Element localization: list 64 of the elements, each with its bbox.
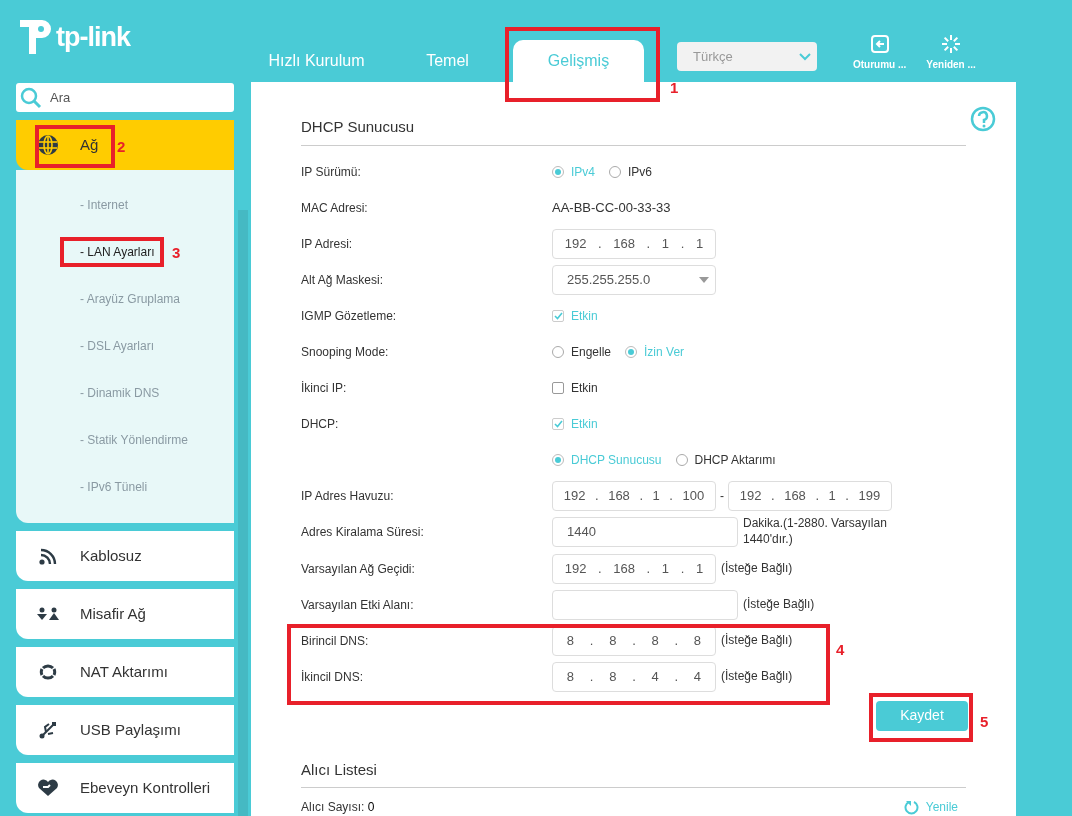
heart-icon: [37, 779, 59, 797]
cycle-icon: [39, 663, 57, 681]
dropdown-arrow-icon: [699, 276, 709, 283]
spinner-icon[interactable]: [941, 34, 962, 54]
field-label: Snooping Mode:: [301, 344, 389, 359]
annotation-number: 2: [117, 139, 126, 154]
sidebar-item[interactable]: Ebeveyn Kontrolleri: [16, 763, 234, 813]
hint-text: (İsteğe Bağlı): [721, 560, 793, 577]
field-label: IP Sürümü:: [301, 164, 361, 179]
hint-text: (İsteğe Bağlı): [721, 668, 793, 685]
sidebar-item[interactable]: USB Paylaşımı: [16, 705, 234, 755]
hint-text: Dakika.(1-2880. Varsayılan 1440'dır.): [743, 516, 888, 548]
ip-address-field[interactable]: 192 . 168 . 1 . 1: [552, 228, 716, 259]
hint-text: (İsteğe Bağlı): [743, 596, 815, 613]
check-icon: [553, 419, 563, 428]
sidebar-item[interactable]: Kablosuz: [16, 531, 234, 581]
field-label: IGMP Gözetleme:: [301, 308, 397, 323]
radio-option[interactable]: DHCP Aktarımı: [675, 450, 776, 469]
range-separator: -: [720, 487, 724, 505]
ip-address-field[interactable]: 192 . 168 . 1 . 199: [728, 480, 892, 511]
field-label: İkincil DNS:: [301, 669, 363, 684]
globe-icon: [37, 134, 59, 156]
ip-address-field[interactable]: 8 . 8 . 4 . 4: [552, 661, 716, 692]
field-label: Alt Ağ Maskesi:: [301, 272, 384, 287]
field-label: DHCP:: [301, 416, 339, 431]
section-title: Alıcı Listesi: [301, 752, 966, 788]
field-label: Varsayılan Ağ Geçidi:: [301, 561, 415, 576]
radio-option[interactable]: IPv6: [609, 162, 653, 181]
section-title: DHCP Sunucusu: [301, 110, 966, 146]
help-icon[interactable]: [970, 106, 996, 132]
select-field[interactable]: 255.255.255.0: [552, 264, 716, 295]
search-icon: [20, 86, 42, 109]
search-field[interactable]: Ara: [16, 83, 234, 112]
refresh-icon: [903, 799, 920, 815]
field-label: IP Adresi:: [301, 236, 353, 251]
ip-address-field[interactable]: 192 . 168 . 1 . 1: [552, 553, 716, 584]
field-label: Varsayılan Etki Alanı:: [301, 597, 414, 612]
sidebar-item[interactable]: Misafir Ağ: [16, 589, 234, 639]
field-value: AA-BB-CC-00-33-33: [552, 198, 671, 217]
check-icon: [553, 311, 563, 320]
text-field[interactable]: 1440: [552, 517, 738, 547]
ip-address-field[interactable]: 192 . 168 . 1 . 100: [552, 480, 716, 511]
logo-text: tp-link: [56, 24, 130, 51]
usb-icon: [39, 721, 57, 739]
text-field[interactable]: [552, 589, 738, 620]
field-label: MAC Adresi:: [301, 200, 368, 215]
radio-option[interactable]: Engelle: [552, 342, 612, 361]
client-count: Alıcı Sayısı: 0: [301, 799, 375, 816]
hint-text: (İsteğe Bağlı): [721, 632, 793, 649]
annotation-number: 1: [670, 80, 679, 95]
chevron-down-icon: [799, 52, 811, 61]
annotation-number: 4: [836, 642, 845, 657]
checkbox[interactable]: Etkin: [552, 378, 598, 397]
annotation-number: 3: [172, 245, 181, 260]
logout-icon[interactable]: [869, 34, 890, 54]
field-label: İkinci IP:: [301, 380, 347, 395]
field-label: IP Adres Havuzu:: [301, 488, 394, 503]
people-icon: [37, 607, 59, 621]
signal-icon: [39, 547, 57, 565]
annotation-number: 5: [980, 714, 989, 729]
field-label: Adres Kiralama Süresi:: [301, 525, 424, 539]
sidebar-item[interactable]: NAT Aktarımı: [16, 647, 234, 697]
field-label: Birincil DNS:: [301, 633, 369, 648]
sidebar-subitem[interactable]: - LAN Ayarları: [16, 228, 155, 275]
